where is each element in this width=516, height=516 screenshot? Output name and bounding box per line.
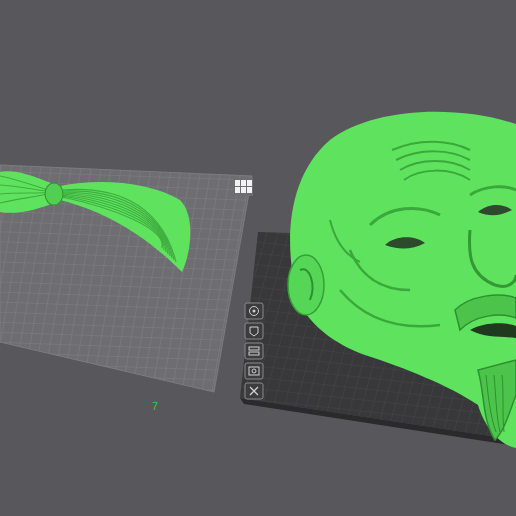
head-model[interactable] [288, 112, 516, 448]
plate-grid-icon[interactable] [233, 178, 253, 196]
orient-icon[interactable] [245, 303, 263, 319]
arrange-icon[interactable] [245, 343, 263, 359]
plate-number: 7 [152, 400, 158, 412]
settings-icon[interactable] [245, 363, 263, 379]
lock-icon[interactable] [245, 323, 263, 339]
hair-plate[interactable] [0, 165, 252, 392]
delete-icon[interactable] [245, 383, 263, 399]
hair-model[interactable] [0, 171, 190, 272]
slicer-viewport[interactable]: 7 [0, 0, 516, 516]
scene-canvas[interactable]: 7 [0, 0, 516, 516]
